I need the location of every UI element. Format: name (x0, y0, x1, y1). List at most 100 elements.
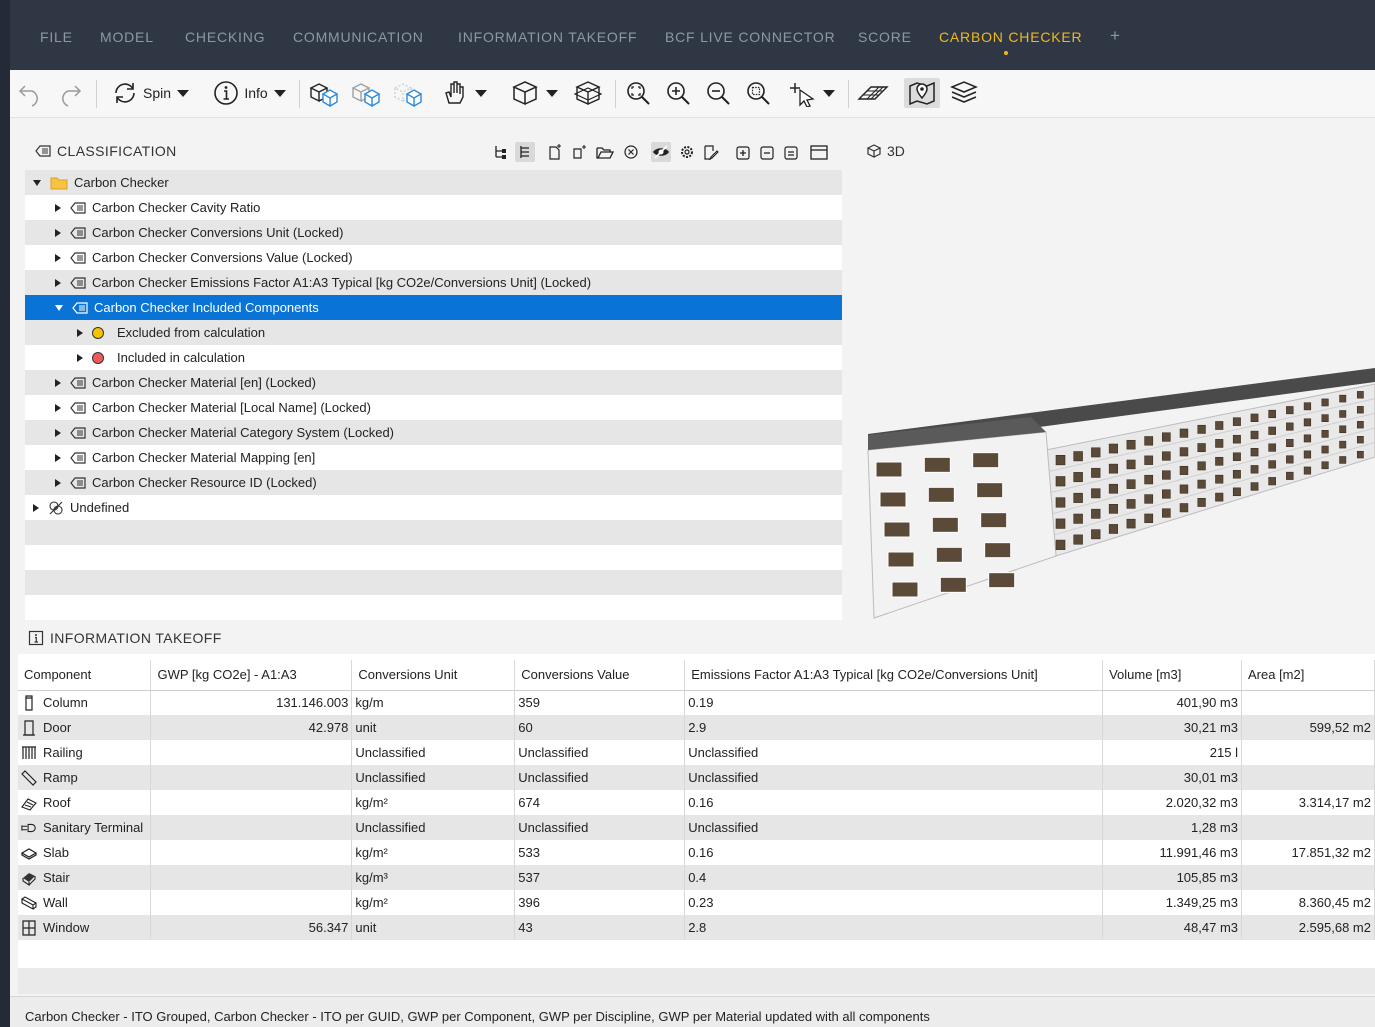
show-selected-button[interactable] (306, 78, 342, 108)
hide-selected-button[interactable] (348, 78, 384, 108)
section-box-button[interactable] (570, 78, 606, 108)
zoom-out-button[interactable] (702, 78, 734, 108)
tree-item[interactable]: Carbon Checker Resource ID (Locked) (25, 470, 842, 495)
menu-score[interactable]: SCORE (858, 29, 912, 45)
expand-right-icon[interactable] (55, 453, 61, 462)
column-header-area[interactable]: Area [m2] (1241, 660, 1375, 691)
zoom-in-button[interactable] (662, 78, 694, 108)
tree-item[interactable]: Excluded from calculation (25, 320, 842, 345)
new-group-button[interactable] (569, 142, 589, 162)
window-mark (1286, 439, 1294, 448)
menu-checking[interactable]: CHECKING (185, 29, 265, 45)
tree-item[interactable]: Undefined (25, 495, 842, 520)
building-model[interactable] (856, 132, 1375, 620)
tree-list-button[interactable] (515, 142, 535, 162)
table-row[interactable]: Roof kg/m² 674 0.16 2.020,32 m3 3.314,17 m2 (18, 790, 1375, 815)
table-row[interactable]: Column 131.146.003 kg/m 359 0.19 401,90 m3 (18, 690, 1375, 715)
table-row[interactable]: Wall kg/m² 396 0.23 1.349,25 m3 8.360,45 m2 (18, 890, 1375, 915)
visibility-toggle-button[interactable] (651, 142, 671, 162)
component-cell-content: Slab (21, 845, 147, 861)
remove-from-group-button[interactable] (757, 142, 777, 162)
column-header-emissions-factor[interactable]: Emissions Factor A1:A3 Typical [kg CO2e/… (684, 660, 1104, 691)
isolate-button[interactable] (390, 78, 426, 108)
cell-conversions-unit: Unclassified (351, 815, 516, 840)
menu-bcf-live-connector[interactable]: BCF LIVE CONNECTOR (665, 29, 836, 45)
redo-button[interactable] (54, 78, 86, 108)
menu-communication[interactable]: COMMUNICATION (293, 29, 424, 45)
undo-button[interactable] (14, 78, 46, 108)
expand-right-icon[interactable] (55, 428, 61, 437)
info-button[interactable]: Info (206, 78, 292, 108)
plane-view-button[interactable] (856, 78, 890, 108)
layers-button[interactable] (946, 78, 982, 108)
menu-carbon-checker[interactable]: CARBON CHECKER (939, 29, 1082, 45)
expand-right-icon[interactable] (55, 278, 61, 287)
expand-right-icon[interactable] (55, 378, 61, 387)
spin-button[interactable]: Spin (106, 78, 194, 108)
tree-item[interactable]: Carbon Checker Cavity Ratio (25, 195, 842, 220)
window-mark (1073, 534, 1083, 545)
column-header-gwp[interactable]: GWP [kg CO2e] - A1:A3 (150, 660, 353, 691)
chevron-down-icon (273, 89, 286, 97)
tree-item[interactable]: Carbon Checker Conversions Unit (Locked) (25, 220, 842, 245)
column-header-volume[interactable]: Volume [m3] (1102, 660, 1242, 691)
add-to-group-button[interactable] (733, 142, 753, 162)
table-row[interactable]: Window 56.347 unit 43 2.8 48,47 m3 2.595,68 m2 (18, 915, 1375, 940)
window-mark (1144, 494, 1154, 504)
window-mark (879, 491, 907, 508)
column-header-conversions-unit[interactable]: Conversions Unit (351, 660, 516, 691)
menu-model[interactable]: MODEL (100, 29, 154, 45)
railing-icon (21, 745, 37, 761)
column-header-conversions-value[interactable]: Conversions Value (514, 660, 686, 691)
location-map-button[interactable] (904, 78, 940, 108)
zoom-extents-button[interactable] (622, 78, 654, 108)
expand-right-icon[interactable] (55, 228, 61, 237)
table-row[interactable]: Stair kg/m³ 537 0.4 105,85 m3 (18, 865, 1375, 890)
settings-button[interactable] (677, 142, 697, 162)
tree-item[interactable]: Carbon Checker Material Mapping [en] (25, 445, 842, 470)
table-row[interactable]: Ramp Unclassified Unclassified Unclassified… (18, 765, 1375, 790)
expand-right-icon[interactable] (77, 328, 83, 337)
table-row[interactable]: Sanitary Terminal Unclassified Unclassifie… (18, 815, 1375, 840)
tree-item[interactable]: Carbon Checker Material [Local Name] (Lo… (25, 395, 842, 420)
table-row[interactable]: Door 42.978 unit 60 2.9 30,21 m3 599,52 m2 (18, 715, 1375, 740)
panel-layout-button[interactable] (809, 142, 829, 162)
delete-button[interactable] (621, 142, 641, 162)
cell-volume: 30,01 m3 (1102, 765, 1242, 790)
toolbar-separator (615, 80, 616, 108)
open-folder-button[interactable] (595, 142, 615, 162)
edit-button[interactable] (701, 142, 721, 162)
add-tab-button[interactable]: + (1110, 26, 1121, 46)
3d-viewport[interactable]: 3D (856, 132, 1375, 620)
tree-item[interactable]: Carbon Checker Material Category System … (25, 420, 842, 445)
replace-in-group-button[interactable] (781, 142, 801, 162)
expand-right-icon[interactable] (55, 253, 61, 262)
expand-right-icon[interactable] (77, 353, 83, 362)
tree-item[interactable]: Carbon Checker Conversions Value (Locked… (25, 245, 842, 270)
tree-item[interactable]: Carbon Checker Emissions Factor A1:A3 Ty… (25, 270, 842, 295)
zoom-selected-button[interactable] (742, 78, 774, 108)
tree-item[interactable]: Carbon Checker Included Components (25, 295, 842, 320)
tree-item[interactable]: Included in calculation (25, 345, 842, 370)
expand-right-icon[interactable] (55, 478, 61, 487)
select-tool-button[interactable] (782, 78, 842, 108)
tree-hierarchy-button[interactable] (491, 142, 511, 162)
table-row[interactable]: Railing Unclassified Unclassified Unclassif… (18, 740, 1375, 765)
cell-gwp (150, 840, 353, 865)
window-mark (1339, 456, 1347, 464)
menu-information-takeoff[interactable]: INFORMATION TAKEOFF (458, 29, 637, 45)
view-cube-button[interactable] (504, 78, 564, 108)
expand-down-icon[interactable] (55, 304, 63, 311)
expand-right-icon[interactable] (55, 203, 61, 212)
tree-item[interactable]: Carbon Checker (25, 170, 842, 195)
pick-visibility-button[interactable] (434, 78, 494, 108)
expand-right-icon[interactable] (55, 403, 61, 412)
table-row[interactable]: Slab kg/m² 533 0.16 11.991,46 m3 17.851,32 m2 (18, 840, 1375, 865)
column-header-component[interactable]: Component (18, 660, 152, 691)
new-classification-button[interactable] (545, 142, 565, 162)
tree-item[interactable]: Carbon Checker Material [en] (Locked) (25, 370, 842, 395)
menu-file[interactable]: FILE (40, 29, 73, 45)
window-mark (1055, 539, 1066, 550)
expand-right-icon[interactable] (33, 503, 39, 512)
expand-down-icon[interactable] (33, 179, 41, 186)
